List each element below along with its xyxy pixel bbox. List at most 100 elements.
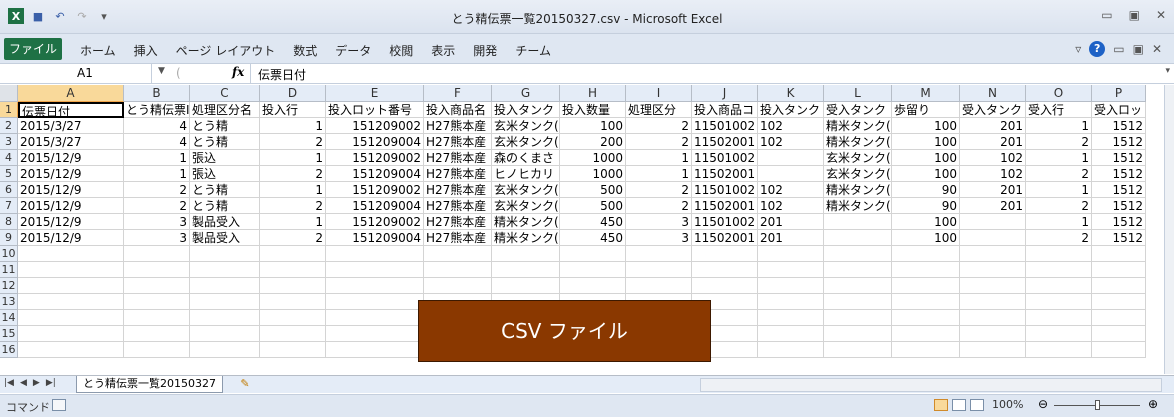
maximize-icon[interactable]: ▣ — [1129, 8, 1140, 22]
cell[interactable]: H27熊本産 — [424, 214, 492, 230]
cell[interactable]: 1 — [124, 166, 190, 182]
cell[interactable]: 3 — [124, 214, 190, 230]
zoom-level[interactable]: 100% — [992, 398, 1023, 411]
cell[interactable] — [960, 342, 1026, 358]
row-header[interactable]: 6 — [0, 182, 18, 198]
cell[interactable] — [326, 262, 424, 278]
row-header[interactable]: 16 — [0, 342, 18, 358]
cell[interactable] — [758, 150, 824, 166]
cell[interactable] — [560, 246, 626, 262]
cell[interactable]: 投入数量 — [560, 102, 626, 118]
cell[interactable]: 151209004 — [326, 166, 424, 182]
cell[interactable]: 受入タンク — [960, 102, 1026, 118]
cell[interactable]: 102 — [960, 166, 1026, 182]
cell[interactable]: 201 — [960, 198, 1026, 214]
cell[interactable] — [190, 342, 260, 358]
cell[interactable] — [758, 278, 824, 294]
cell[interactable] — [892, 342, 960, 358]
cell[interactable] — [560, 278, 626, 294]
cell[interactable]: 1 — [626, 166, 692, 182]
page-layout-view-icon[interactable] — [952, 399, 966, 411]
cell[interactable] — [18, 326, 124, 342]
column-header[interactable]: M — [892, 85, 960, 102]
cell[interactable] — [260, 294, 326, 310]
cell[interactable]: 11501002 — [692, 150, 758, 166]
cell[interactable] — [758, 326, 824, 342]
cell[interactable]: 200 — [560, 134, 626, 150]
cell[interactable] — [260, 262, 326, 278]
cell[interactable]: 450 — [560, 214, 626, 230]
cell[interactable]: 精米タンク( — [492, 214, 560, 230]
cell[interactable]: 102 — [960, 150, 1026, 166]
cell[interactable] — [1092, 262, 1146, 278]
workbook-close-icon[interactable]: ✕ — [1152, 42, 1162, 56]
cell[interactable]: 処理区分名 — [190, 102, 260, 118]
column-header[interactable]: N — [960, 85, 1026, 102]
insert-function-icon[interactable]: fx — [232, 65, 244, 79]
cell[interactable]: 201 — [758, 214, 824, 230]
cell[interactable] — [124, 278, 190, 294]
cell[interactable]: 投入商品名 — [424, 102, 492, 118]
cell[interactable] — [692, 262, 758, 278]
cell[interactable] — [18, 294, 124, 310]
cell[interactable]: とう精 — [190, 134, 260, 150]
last-sheet-icon[interactable]: ▶| — [46, 378, 56, 388]
chevron-down-icon[interactable]: ▼ — [158, 66, 165, 76]
cell[interactable] — [960, 246, 1026, 262]
cell[interactable]: 受入ロット — [1092, 102, 1146, 118]
cell[interactable]: 2 — [124, 182, 190, 198]
cell[interactable] — [824, 326, 892, 342]
minimize-icon[interactable]: ▭ — [1101, 8, 1112, 22]
cell[interactable]: 2015/12/9 — [18, 214, 124, 230]
zoom-slider-thumb[interactable] — [1095, 400, 1100, 410]
cell[interactable] — [124, 246, 190, 262]
cell[interactable] — [492, 278, 560, 294]
column-header[interactable]: J — [692, 85, 758, 102]
cell[interactable] — [424, 262, 492, 278]
ribbon-tab[interactable]: 挿入 — [134, 42, 158, 59]
cell[interactable] — [960, 278, 1026, 294]
name-box[interactable]: A1 — [2, 64, 152, 83]
tab-file[interactable]: ファイル — [4, 38, 62, 60]
cell[interactable]: 100 — [892, 134, 960, 150]
cell[interactable]: 2 — [626, 134, 692, 150]
cell[interactable]: 歩留り — [892, 102, 960, 118]
cell[interactable] — [824, 310, 892, 326]
cell[interactable]: 4 — [124, 118, 190, 134]
cell[interactable]: 2015/12/9 — [18, 182, 124, 198]
cell[interactable]: H27熊本産 — [424, 134, 492, 150]
cell[interactable]: 張込 — [190, 150, 260, 166]
cell[interactable] — [892, 310, 960, 326]
cell[interactable] — [124, 326, 190, 342]
cell[interactable]: 1512 — [1092, 230, 1146, 246]
cell[interactable]: 11502001 — [692, 166, 758, 182]
column-header[interactable]: B — [124, 85, 190, 102]
cell[interactable]: 1 — [1026, 182, 1092, 198]
cell[interactable]: 2 — [260, 230, 326, 246]
column-header[interactable]: A — [18, 85, 124, 102]
cell[interactable] — [1026, 278, 1092, 294]
cell[interactable] — [1026, 262, 1092, 278]
close-icon[interactable]: ✕ — [1156, 8, 1166, 22]
cell[interactable]: 受入タンク — [824, 102, 892, 118]
cell[interactable]: 製品受入 — [190, 214, 260, 230]
column-header[interactable]: E — [326, 85, 424, 102]
expand-formula-bar-icon[interactable]: ▾ — [1165, 66, 1170, 76]
cell[interactable] — [326, 310, 424, 326]
cell[interactable]: 102 — [758, 134, 824, 150]
cell[interactable]: 3 — [626, 214, 692, 230]
cell[interactable]: 伝票日付 — [18, 102, 124, 118]
column-header[interactable]: C — [190, 85, 260, 102]
cell[interactable]: 1512 — [1092, 118, 1146, 134]
workbook-minimize-icon[interactable]: ▭ — [1113, 42, 1124, 56]
cell[interactable]: 森のくまさ — [492, 150, 560, 166]
cell[interactable] — [1026, 246, 1092, 262]
ribbon-tab[interactable]: 数式 — [293, 42, 317, 59]
cell[interactable]: 2 — [124, 198, 190, 214]
cell[interactable]: 90 — [892, 182, 960, 198]
cell[interactable]: 1512 — [1092, 134, 1146, 150]
cell[interactable]: 精米タンク( — [824, 198, 892, 214]
row-header[interactable]: 4 — [0, 150, 18, 166]
cell[interactable]: 100 — [892, 230, 960, 246]
cell[interactable]: 投入タンク — [492, 102, 560, 118]
